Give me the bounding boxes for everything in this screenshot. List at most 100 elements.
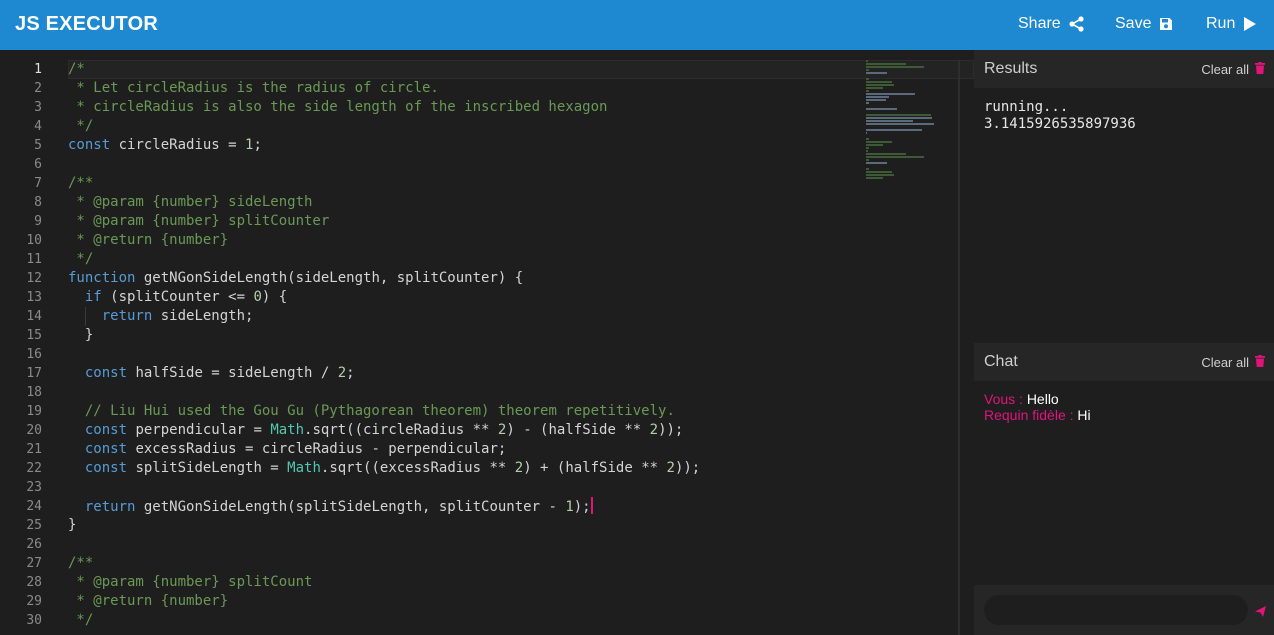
code-line[interactable]: /** bbox=[68, 554, 974, 573]
line-number-gutter: 1 2 3 4 5 6 7 8 9 10 11 12 13 14 15 16 17 18 19 20 21 22 23 24 2… bbox=[0, 60, 50, 630]
output-line: 3.1415926535897936 bbox=[984, 116, 1136, 132]
code-line[interactable]: /* bbox=[68, 60, 974, 79]
minimap-line bbox=[866, 138, 869, 140]
code-line[interactable]: * @param {number} splitCount bbox=[68, 573, 974, 592]
share-button[interactable]: Share bbox=[1018, 15, 1084, 33]
save-button[interactable]: Save bbox=[1115, 15, 1173, 33]
code-line[interactable]: * @return {number} bbox=[68, 231, 974, 250]
minimap-line bbox=[866, 123, 934, 125]
minimap-line bbox=[866, 60, 868, 62]
code-line[interactable]: */ bbox=[68, 611, 974, 630]
line-number: 12 bbox=[26, 271, 42, 286]
chat-text: Hello bbox=[1026, 391, 1059, 407]
code-line[interactable] bbox=[68, 383, 974, 402]
code-line[interactable] bbox=[68, 535, 974, 554]
code-line[interactable]: const circleRadius = 1; bbox=[68, 136, 974, 155]
code-line[interactable]: * Let circleRadius is the radius of circ… bbox=[68, 79, 974, 98]
text-cursor bbox=[590, 497, 593, 514]
code-line[interactable]: if (splitCounter <= 0) { bbox=[68, 288, 974, 307]
line-number: 4 bbox=[34, 119, 42, 134]
code-line[interactable]: return sideLength; bbox=[68, 307, 974, 326]
line-number: 26 bbox=[26, 537, 42, 552]
editor-scrollbar[interactable] bbox=[958, 60, 960, 635]
code-line[interactable]: * circleRadius is also the side length o… bbox=[68, 98, 974, 117]
minimap-line bbox=[866, 72, 887, 74]
minimap-line bbox=[866, 174, 894, 176]
trash-icon bbox=[1255, 62, 1265, 77]
chat-clear-label: Clear all bbox=[1201, 355, 1249, 370]
minimap-line bbox=[866, 162, 887, 164]
code-line[interactable]: /** bbox=[68, 174, 974, 193]
minimap-line bbox=[866, 156, 924, 158]
minimap-line bbox=[866, 171, 893, 173]
chat-input[interactable] bbox=[984, 595, 1248, 625]
code-line[interactable]: * @return {number} bbox=[68, 592, 974, 611]
code-line[interactable]: function getNGonSideLength(sideLength, s… bbox=[68, 269, 974, 288]
minimap-line bbox=[866, 99, 886, 101]
line-number: 15 bbox=[26, 328, 42, 343]
code-line[interactable]: */ bbox=[68, 117, 974, 136]
code-line[interactable] bbox=[68, 478, 974, 497]
line-number: 18 bbox=[26, 385, 42, 400]
chat-panel: Chat Clear all Vous : Hello Requin fidèl… bbox=[974, 343, 1274, 635]
line-number: 1 bbox=[34, 62, 42, 77]
send-icon[interactable] bbox=[1255, 604, 1266, 622]
code-line[interactable]: const perpendicular = Math.sqrt((circleR… bbox=[68, 421, 974, 440]
line-number: 27 bbox=[26, 556, 42, 571]
code-line[interactable]: } bbox=[68, 516, 974, 535]
line-number: 11 bbox=[26, 252, 42, 267]
line-number: 14 bbox=[26, 309, 42, 324]
minimap-line bbox=[866, 141, 893, 143]
line-number: 2 bbox=[34, 81, 42, 96]
line-number: 23 bbox=[26, 480, 42, 495]
share-label: Share bbox=[1018, 15, 1061, 32]
code-line[interactable]: const halfSide = sideLength / 2; bbox=[68, 364, 974, 383]
chat-clear-button[interactable]: Clear all bbox=[1201, 355, 1265, 370]
line-number: 7 bbox=[34, 176, 42, 191]
play-icon bbox=[1243, 16, 1257, 32]
minimap-line bbox=[866, 84, 894, 86]
minimap-line bbox=[866, 132, 867, 134]
code-line[interactable]: const splitSideLength = Math.sqrt((exces… bbox=[68, 459, 974, 478]
line-number: 29 bbox=[26, 594, 42, 609]
share-icon bbox=[1069, 16, 1084, 32]
minimap-line bbox=[866, 81, 893, 83]
code-line[interactable]: // Liu Hui used the Gou Gu (Pythagorean … bbox=[68, 402, 974, 421]
minimap-line bbox=[866, 159, 869, 161]
chat-author: Requin fidèle : bbox=[984, 407, 1078, 423]
line-number: 3 bbox=[34, 100, 42, 115]
code-editor[interactable]: 1 2 3 4 5 6 7 8 9 10 11 12 13 14 15 16 17 18 19 20 21 22 23 24 2… bbox=[0, 50, 974, 635]
chat-text: Hi bbox=[1077, 407, 1091, 423]
minimap-line bbox=[866, 69, 869, 71]
results-header: Results Clear all bbox=[974, 50, 1274, 88]
code-line[interactable]: const excessRadius = circleRadius - perp… bbox=[68, 440, 974, 459]
chat-messages: Vous : Hello Requin fidèle : Hi bbox=[974, 381, 1274, 433]
chat-message: Vous : Hello bbox=[984, 391, 1264, 407]
line-number: 25 bbox=[26, 518, 42, 533]
code-line[interactable] bbox=[68, 155, 974, 174]
code-line[interactable]: */ bbox=[68, 250, 974, 269]
line-number: 16 bbox=[26, 347, 42, 362]
code-line[interactable]: * @param {number} sideLength bbox=[68, 193, 974, 212]
line-number: 6 bbox=[34, 157, 42, 172]
run-label: Run bbox=[1206, 15, 1236, 32]
minimap-line bbox=[866, 117, 932, 119]
minimap-line bbox=[866, 129, 922, 131]
results-clear-button[interactable]: Clear all bbox=[1201, 62, 1265, 77]
line-number: 21 bbox=[26, 442, 42, 457]
minimap-line bbox=[866, 87, 884, 89]
code-line[interactable]: return getNGonSideLength(splitSideLength… bbox=[68, 497, 974, 516]
line-number: 5 bbox=[34, 138, 42, 153]
minimap-line bbox=[866, 78, 869, 80]
code-line[interactable] bbox=[68, 345, 974, 364]
minimap-line bbox=[866, 177, 884, 179]
code-line[interactable]: } bbox=[68, 326, 974, 345]
line-number: 13 bbox=[26, 290, 42, 305]
results-clear-label: Clear all bbox=[1201, 62, 1249, 77]
minimap-line bbox=[866, 147, 869, 149]
line-number: 30 bbox=[26, 613, 42, 628]
code-area[interactable]: /* * Let circleRadius is the radius of c… bbox=[68, 60, 974, 630]
minimap[interactable] bbox=[866, 60, 938, 180]
run-button[interactable]: Run bbox=[1206, 15, 1257, 33]
code-line[interactable]: * @param {number} splitCounter bbox=[68, 212, 974, 231]
